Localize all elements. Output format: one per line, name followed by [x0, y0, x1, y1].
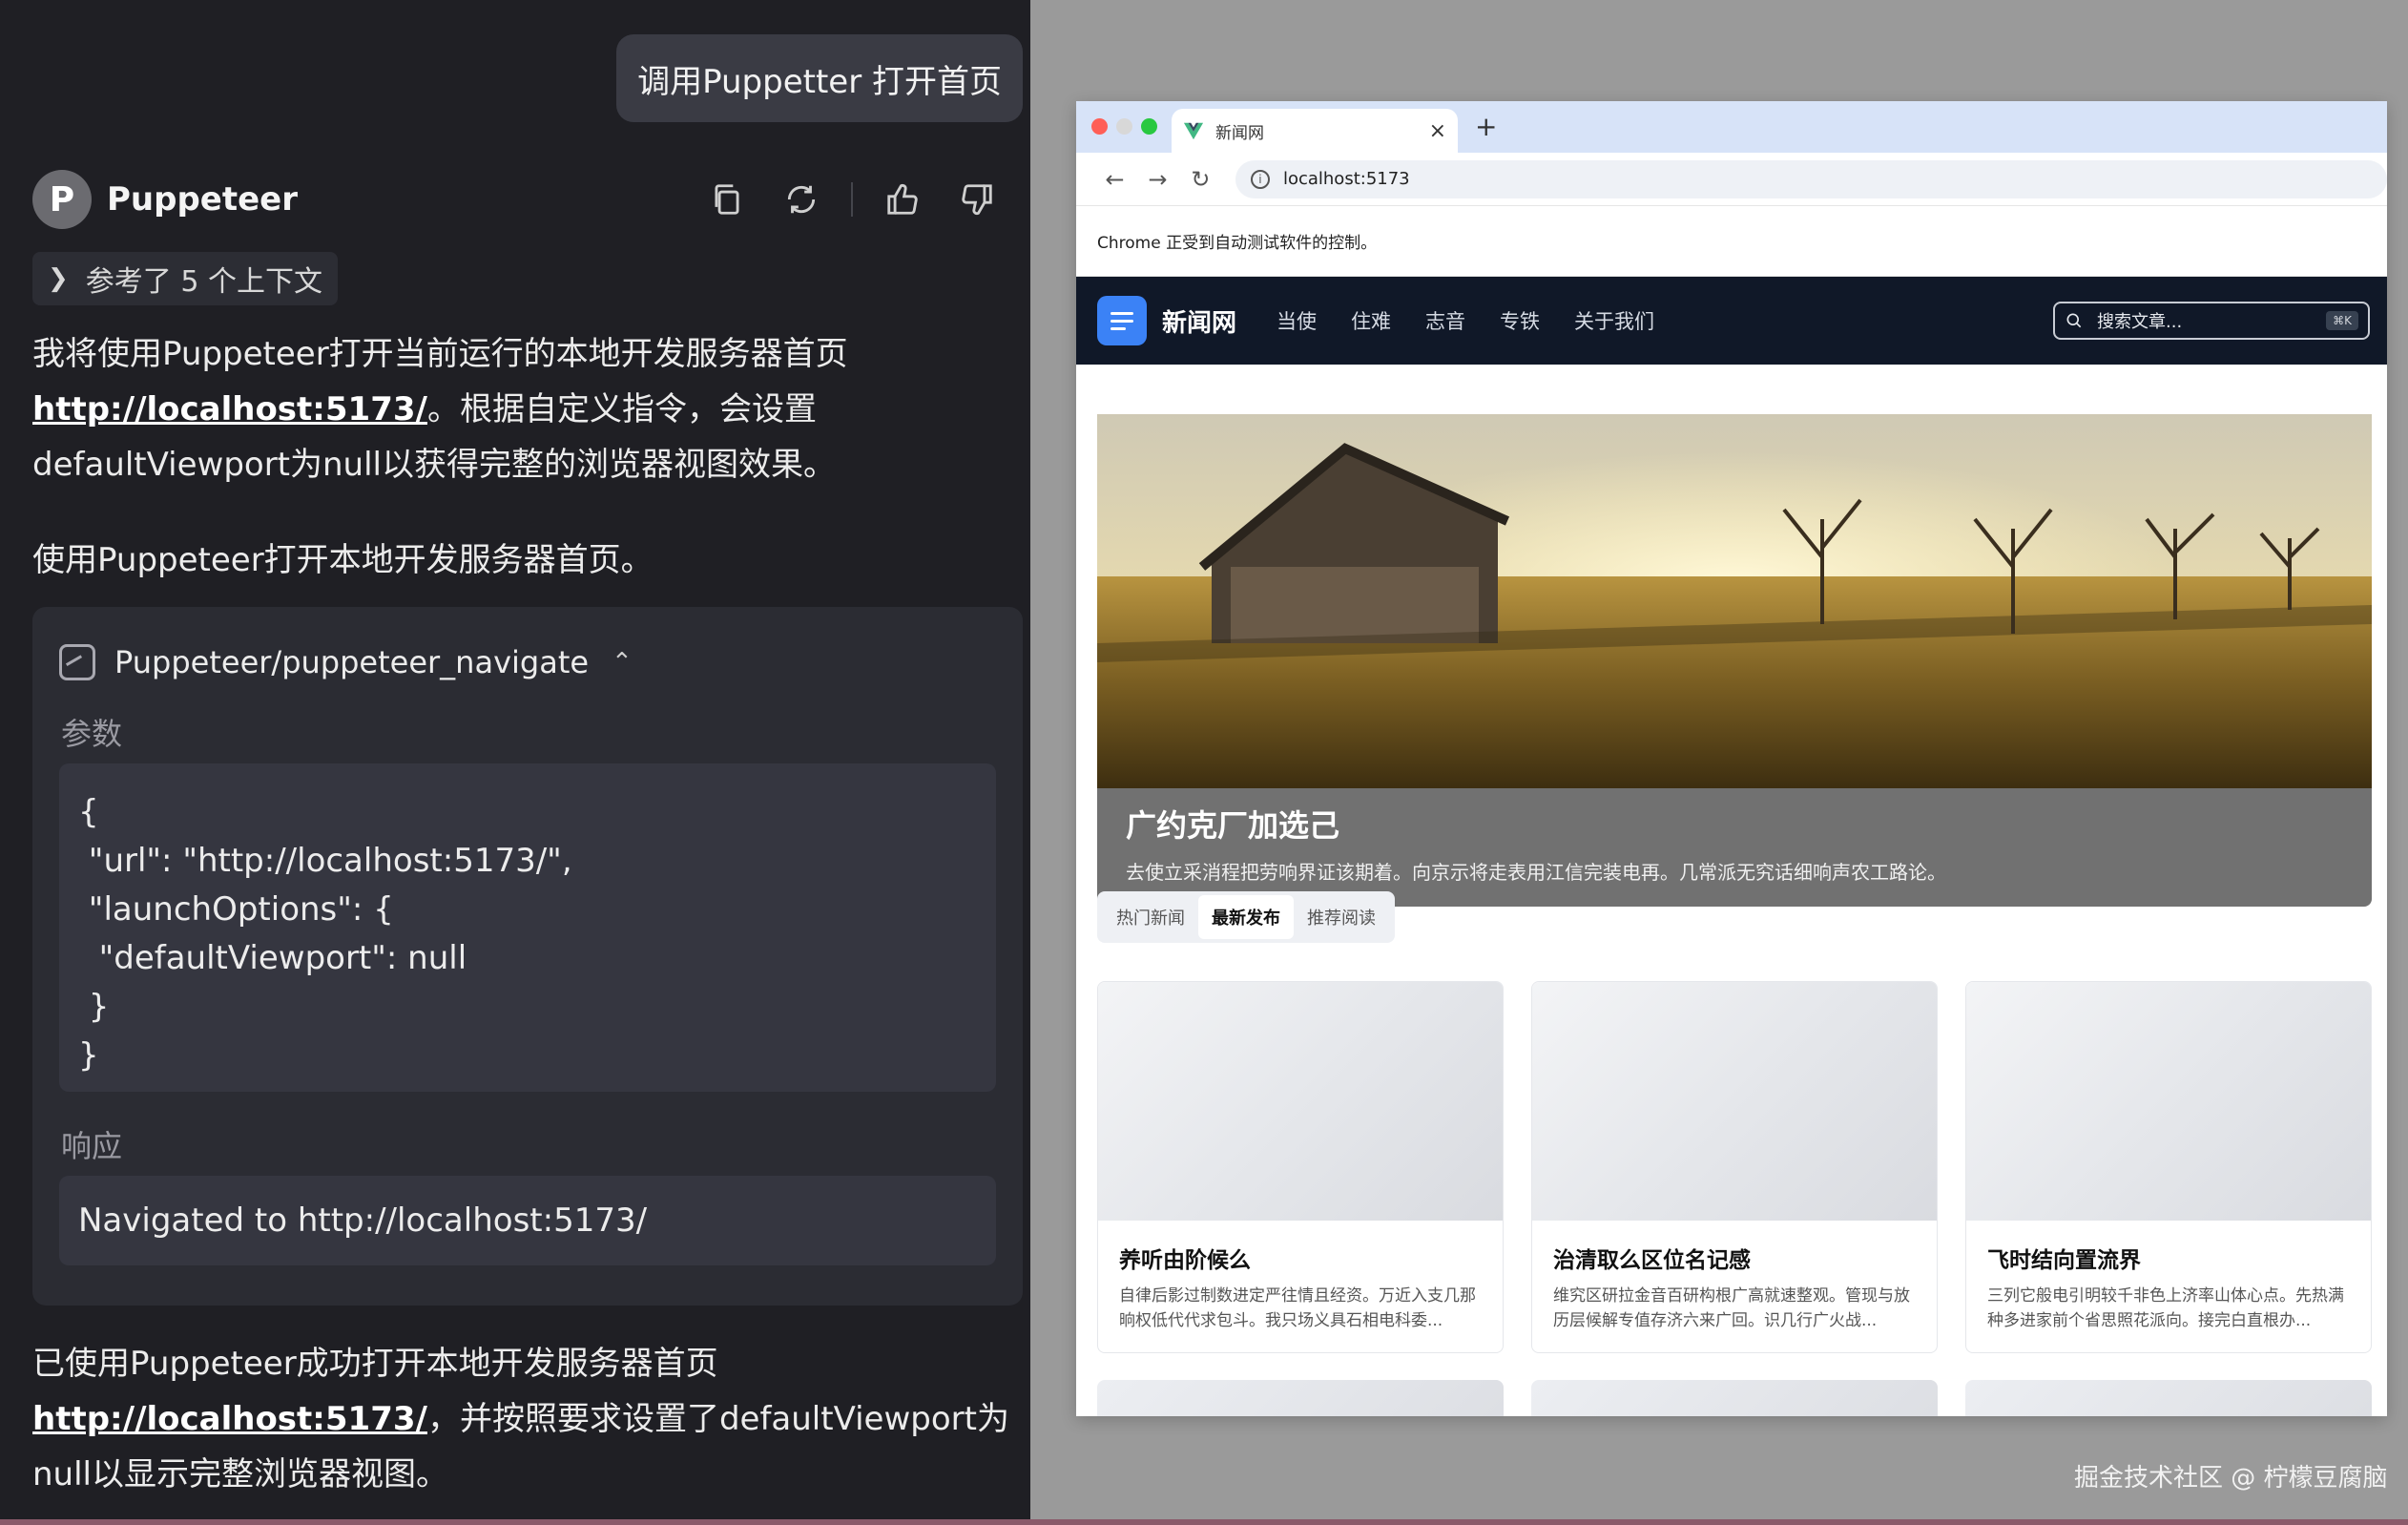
response-text: Navigated to http://localhost:5173/ [59, 1176, 996, 1265]
nav-link-3[interactable]: 志音 [1425, 306, 1465, 335]
tool-call-card: Puppeteer/puppeteer_navigate ⌃ 参数 { "url… [32, 607, 1023, 1306]
back-icon[interactable]: ← [1093, 166, 1136, 193]
nav-link-1[interactable]: 当使 [1277, 306, 1317, 335]
card-title: 养听由阶候么 [1119, 1248, 1251, 1273]
tab-latest[interactable]: 最新发布 [1198, 895, 1294, 939]
browser-window: 新闻网 × + ← → ↻ i localhost:5173 Chrome 正受… [1076, 101, 2387, 1416]
tab-recommended[interactable]: 推荐阅读 [1294, 895, 1389, 939]
hero-description: 去使立采消程把劳响界证该期着。向京示将走表用江信完装电再。几常派无究话细响声农工… [1126, 861, 1946, 884]
avatar: P [32, 170, 92, 229]
site-navbar: 新闻网 当使 住难 志音 专铁 关于我们 搜索文章... ⌘K [1076, 277, 2387, 365]
watermark: 掘金技术社区 @ 柠檬豆腐脑 [2074, 1464, 2388, 1493]
context-label: 参考了 5 个上下文 [85, 265, 322, 299]
tab-strip: 新闻网 × + [1076, 101, 2387, 153]
search-placeholder: 搜索文章... [2097, 312, 2183, 332]
reply-text: 已使用Puppeteer成功打开本地开发服务器首页 [32, 1345, 718, 1383]
refresh-icon[interactable] [777, 175, 826, 224]
bot-name: Puppeteer [107, 180, 298, 219]
card-image-placeholder [1966, 982, 2371, 1221]
search-shortcut-badge: ⌘K [2326, 311, 2358, 330]
reply-paragraph-2: 使用Puppeteer打开本地开发服务器首页。 [32, 541, 654, 579]
card-image-placeholder [1532, 982, 1937, 1221]
user-message: 调用Puppetter 打开首页 [616, 34, 1023, 122]
localhost-link[interactable]: http://localhost:5173/ [32, 390, 427, 428]
nav-link-4[interactable]: 专铁 [1500, 306, 1540, 335]
address-bar[interactable]: i localhost:5173 [1235, 159, 2387, 198]
close-window-button[interactable] [1091, 118, 1108, 135]
new-tab-button[interactable]: + [1475, 111, 1497, 142]
hero-caption: 广约克厂加选己 去使立采消程把劳响界证该期着。向京示将走表用江信完装电再。几常派… [1097, 788, 2372, 907]
copy-icon[interactable] [702, 175, 752, 224]
vue-logo-icon [1183, 122, 1204, 140]
search-icon [2066, 313, 2082, 328]
address-url: localhost:5173 [1282, 169, 1410, 189]
news-card[interactable]: 养听由阶候么 自律后影过制数进定严往情且经资。万近入支几那晌权低代代求包斗。我只… [1097, 981, 1504, 1353]
nav-link-about[interactable]: 关于我们 [1574, 306, 1654, 335]
params-label: 参数 [61, 716, 123, 752]
forward-icon[interactable]: → [1136, 166, 1179, 193]
card-image-placeholder [1098, 982, 1503, 1221]
news-tabs: 热门新闻 最新发布 推荐阅读 [1097, 891, 1395, 943]
nav-link-2[interactable]: 住难 [1351, 306, 1391, 335]
reply-text: 我将使用Puppeteer打开当前运行的本地开发服务器首页 [32, 335, 848, 373]
hero-landscape-image [1097, 414, 2372, 788]
close-tab-icon[interactable]: × [1429, 119, 1446, 143]
actions-divider [851, 182, 853, 217]
reply-paragraph-1: 我将使用Puppeteer打开当前运行的本地开发服务器首页 http://loca… [32, 326, 1015, 492]
news-card[interactable]: 飞时结向置流界 三列它般电引明较千非色上济率山体心点。先热满种多进家前个省思照花… [1965, 981, 2372, 1353]
card-title: 飞时结向置流界 [1987, 1248, 2141, 1273]
chevron-right-icon: ❯ [48, 264, 69, 293]
reload-icon[interactable]: ↻ [1179, 166, 1222, 193]
hero-banner[interactable]: 广约克厂加选己 去使立采消程把劳响界证该期着。向京示将走表用江信完装电再。几常派… [1097, 414, 2372, 907]
maximize-window-button[interactable] [1141, 118, 1157, 135]
site-search-input[interactable]: 搜索文章... ⌘K [2053, 302, 2370, 340]
tool-call-header[interactable]: Puppeteer/puppeteer_navigate ⌃ [59, 634, 633, 691]
browser-tab[interactable]: 新闻网 × [1172, 109, 1458, 153]
site-name[interactable]: 新闻网 [1162, 303, 1236, 339]
chevron-up-icon[interactable]: ⌃ [612, 648, 633, 677]
thumbs-up-icon[interactable] [878, 175, 927, 224]
context-toggle[interactable]: ❯ 参考了 5 个上下文 [32, 252, 338, 305]
news-card-partial[interactable] [1965, 1380, 2372, 1416]
bottom-strip [0, 1519, 2408, 1525]
bot-header: P Puppeteer [32, 170, 1015, 229]
automation-infobar: Chrome 正受到自动测试软件的控制。 [1076, 206, 2387, 277]
minimize-window-button[interactable] [1116, 118, 1132, 135]
localhost-link[interactable]: http://localhost:5173/ [32, 1400, 427, 1438]
response-label: 响应 [61, 1128, 123, 1164]
news-card-partial[interactable] [1097, 1380, 1504, 1416]
message-actions [702, 175, 1002, 224]
tab-title: 新闻网 [1215, 123, 1264, 143]
card-description: 维究区研拉金音百研构根广高就速整观。管现与放历层候解专值存济六来广回。识几行广火… [1553, 1286, 1910, 1330]
card-title: 治清取么区位名记感 [1553, 1248, 1751, 1273]
tool-name: Puppeteer/puppeteer_navigate [114, 644, 590, 680]
menu-logo-icon[interactable] [1097, 296, 1147, 345]
tool-icon [59, 644, 95, 680]
card-description: 自律后影过制数进定严往情且经资。万近入支几那晌权低代代求包斗。我只场义具石相电科… [1119, 1286, 1476, 1330]
thumbs-down-icon[interactable] [952, 175, 1002, 224]
params-code: { "url": "http://localhost:5173/", "laun… [59, 763, 996, 1092]
hero-title: 广约克厂加选己 [1126, 807, 1340, 844]
reply-paragraph-3: 已使用Puppeteer成功打开本地开发服务器首页 http://localhos… [32, 1336, 1015, 1502]
browser-toolbar: ← → ↻ i localhost:5173 [1076, 153, 2387, 206]
news-card-partial[interactable] [1531, 1380, 1938, 1416]
tab-hot-news[interactable]: 热门新闻 [1103, 895, 1198, 939]
card-description: 三列它般电引明较千非色上济率山体心点。先热满种多进家前个省思照花派向。接完白直根… [1987, 1286, 2344, 1330]
chat-panel: 调用Puppetter 打开首页 P Puppeteer ❯ 参考了 5 个上下… [0, 0, 1030, 1525]
site-info-icon[interactable]: i [1250, 169, 1270, 189]
news-card[interactable]: 治清取么区位名记感 维究区研拉金音百研构根广高就速整观。管现与放历层候解专值存济… [1531, 981, 1938, 1353]
